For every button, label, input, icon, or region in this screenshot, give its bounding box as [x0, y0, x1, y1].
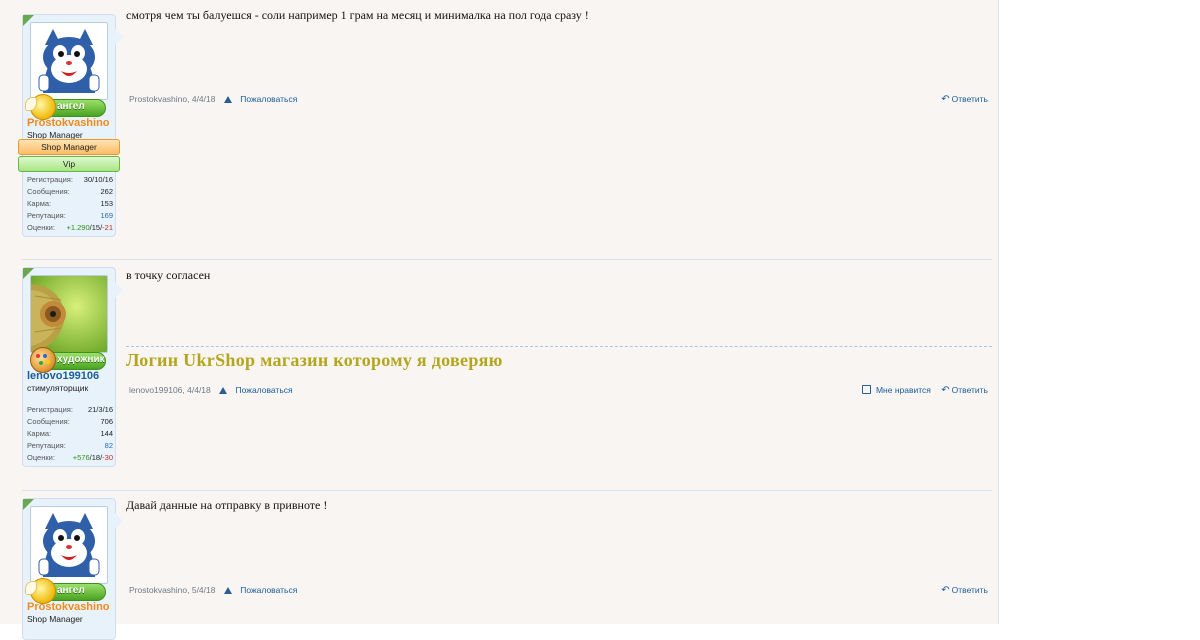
- stat-label: Карма:: [27, 429, 52, 438]
- post-actions: ↶ Ответить: [935, 94, 988, 105]
- cat-avatar-icon: [31, 507, 107, 583]
- stat-label: Оценки:: [27, 453, 55, 462]
- report-link[interactable]: Пожаловаться: [240, 94, 297, 104]
- post-actions: ↶ Ответить: [935, 585, 988, 596]
- like-thumb-icon: [861, 385, 871, 394]
- user-info-block: ангел Prostokvashino Shop Manager: [22, 498, 123, 640]
- message-pointer: [115, 513, 123, 529]
- post-actions: Мне нравится ↶ Ответить: [856, 385, 988, 396]
- thread-content: ангел Prostokvashino Shop Manager Shop M…: [0, 0, 999, 640]
- stat-value: 144: [100, 429, 113, 438]
- user-banner-shop-manager: Shop Manager: [18, 139, 120, 155]
- stat-karma: Карма: 153: [27, 198, 113, 210]
- ratings-neutral: 18: [91, 453, 101, 462]
- stat-value[interactable]: 706: [100, 416, 113, 428]
- stat-label: Регистрация:: [27, 405, 73, 414]
- stat-registration: Регистрация: 21/3/16: [27, 404, 113, 416]
- stat-label: Оценки:: [27, 223, 55, 232]
- rank-label: художник: [57, 354, 105, 365]
- post-author-date[interactable]: Prostokvashino, 5/4/18: [129, 585, 215, 595]
- stat-label: Регистрация:: [27, 175, 73, 184]
- stat-value[interactable]: 169: [100, 210, 113, 222]
- ratings-negative: -30: [102, 453, 113, 462]
- post-meta: lenovo199106, 4/4/18 Пожаловаться: [129, 385, 293, 395]
- stat-ratings: Оценки: +1.290/15/-21: [27, 222, 113, 234]
- rank-badge: художник: [30, 347, 106, 373]
- reply-button[interactable]: Ответить: [952, 385, 988, 395]
- user-title: стимуляторщик: [27, 383, 89, 393]
- ratings-neutral: 15: [91, 223, 101, 232]
- post-divider: [22, 490, 992, 491]
- post-meta: Prostokvashino, 4/4/18 Пожаловаться: [129, 94, 297, 104]
- rank-badge: ангел: [25, 94, 106, 120]
- reply-button[interactable]: Ответить: [952, 585, 988, 595]
- stat-reputation: Репутация: 169: [27, 210, 113, 222]
- rank-label: ангел: [57, 101, 85, 112]
- stat-value: +1.290/15/-21: [66, 223, 113, 232]
- report-warning-icon: [219, 387, 228, 394]
- stat-messages: Сообщения: 262: [27, 186, 113, 198]
- post-author-date[interactable]: Prostokvashino, 4/4/18: [129, 94, 215, 104]
- user-banner-vip: Vip: [18, 156, 120, 172]
- message-pointer: [115, 282, 123, 298]
- ratings-positive: +1.290: [66, 223, 90, 232]
- username-link[interactable]: Prostokvashino: [27, 117, 110, 129]
- signature-text: Логин UkrShop магазин которому я доверяю: [126, 350, 503, 370]
- user-stats: Регистрация: 30/10/16 Сообщения: 262 Карма…: [27, 174, 113, 234]
- reply-arrow-icon: ↶: [941, 94, 950, 105]
- stat-registration: Регистрация: 30/10/16: [27, 174, 113, 186]
- message-text: смотря чем ты балуешся - соли например 1…: [126, 8, 589, 22]
- user-stats: Регистрация: 21/3/16 Сообщения: 706 Карма:…: [27, 404, 113, 464]
- user-info-block: ангел Prostokvashino Shop Manager Shop M…: [18, 14, 123, 237]
- stat-label: Репутация:: [27, 211, 66, 220]
- ratings-negative: -21: [102, 223, 113, 232]
- avatar[interactable]: [30, 22, 108, 100]
- cat-avatar-icon: [31, 23, 107, 99]
- post-divider: [22, 259, 992, 260]
- post-author-date[interactable]: lenovo199106, 4/4/18: [129, 385, 211, 395]
- stat-value: 21/3/16: [87, 405, 113, 414]
- chameleon-avatar-icon: [31, 276, 107, 352]
- avatar[interactable]: [30, 506, 108, 584]
- online-indicator-icon: [23, 499, 34, 510]
- stat-label: Репутация:: [27, 441, 66, 450]
- stat-messages: Сообщения: 706: [27, 416, 113, 428]
- report-link[interactable]: Пожаловаться: [240, 585, 297, 595]
- username-link[interactable]: Prostokvashino: [27, 601, 110, 613]
- stat-label: Сообщения:: [27, 187, 70, 196]
- report-link[interactable]: Пожаловаться: [236, 385, 293, 395]
- reply-arrow-icon: ↶: [941, 385, 950, 396]
- username-link[interactable]: lenovo199106: [27, 370, 99, 382]
- report-warning-icon: [223, 96, 232, 103]
- stat-value[interactable]: 82: [105, 440, 113, 452]
- stat-value[interactable]: 262: [100, 186, 113, 198]
- message-text: в точку согласен: [126, 268, 211, 282]
- message-text: Давай данные на отправку в привноте !: [126, 498, 328, 512]
- reply-button[interactable]: Ответить: [952, 94, 988, 104]
- stat-value: 153: [100, 199, 113, 208]
- message-pointer: [115, 29, 123, 45]
- online-indicator-icon: [23, 15, 34, 26]
- rank-badge: ангел: [25, 578, 106, 604]
- stat-reputation: Репутация: 82: [27, 440, 113, 452]
- user-info-block: художник lenovo199106 стимуляторщик Реги…: [22, 267, 123, 467]
- signature-divider: [126, 346, 992, 347]
- stat-label: Сообщения:: [27, 417, 70, 426]
- online-indicator-icon: [23, 268, 34, 279]
- like-button[interactable]: Мне нравится: [876, 385, 931, 395]
- post-meta: Prostokvashino, 5/4/18 Пожаловаться: [129, 585, 297, 595]
- stat-karma: Карма: 144: [27, 428, 113, 440]
- rank-label: ангел: [57, 585, 85, 596]
- stat-label: Карма:: [27, 199, 52, 208]
- stat-ratings: Оценки: +576/18/-30: [27, 452, 113, 464]
- stat-value: +576/18/-30: [72, 453, 113, 462]
- report-warning-icon: [223, 587, 232, 594]
- avatar[interactable]: [30, 275, 108, 353]
- user-title: Shop Manager: [27, 614, 83, 624]
- reply-arrow-icon: ↶: [941, 585, 950, 596]
- stat-value: 30/10/16: [83, 175, 113, 184]
- ratings-positive: +576: [72, 453, 90, 462]
